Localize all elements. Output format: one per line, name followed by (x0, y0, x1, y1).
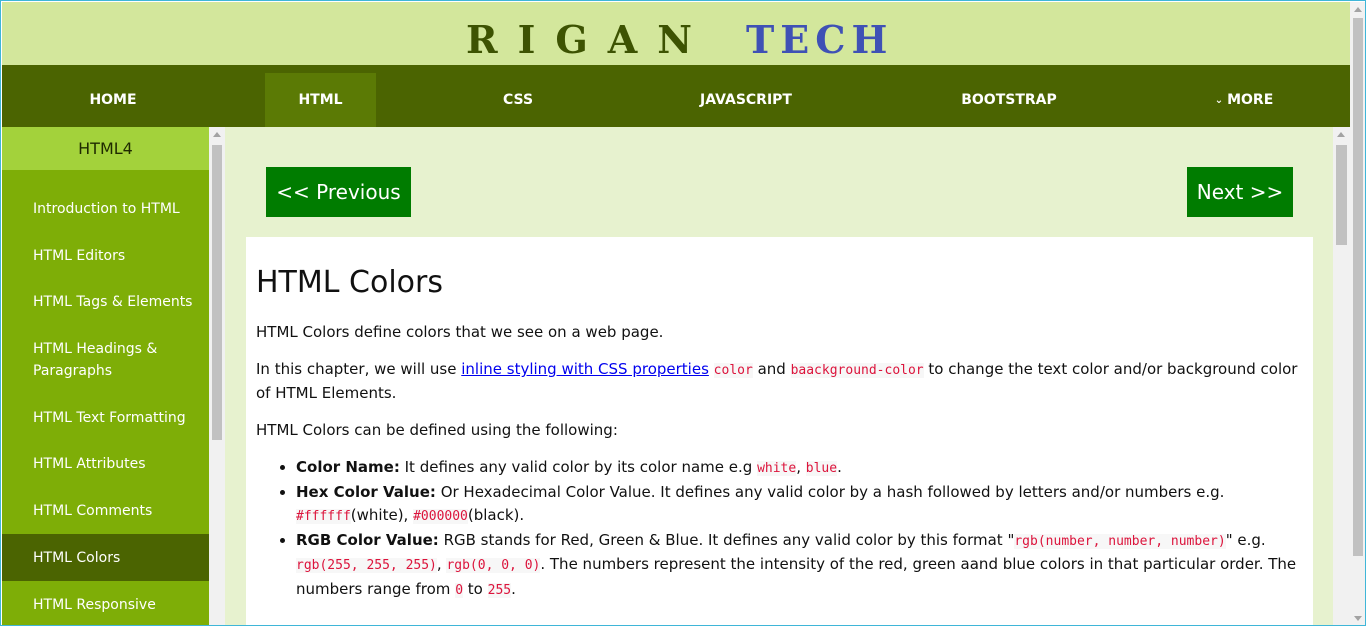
code-sample: blue (805, 461, 838, 476)
chevron-down-icon: ⌄ (1214, 94, 1224, 106)
text: (black). (467, 506, 525, 524)
nav-javascript-label: JAVASCRIPT (700, 92, 792, 108)
sidebar-item-comments[interactable]: HTML Comments (2, 489, 209, 533)
intro-paragraph: HTML Colors define colors that we see on… (256, 323, 664, 341)
text: , (796, 458, 806, 476)
sidebar-scroll-thumb[interactable] (212, 145, 222, 440)
site-logo[interactable]: RIGAN TECH (466, 20, 893, 60)
next-button[interactable]: Next >> (1187, 167, 1293, 217)
content-scroll-thumb[interactable] (1336, 145, 1347, 245)
logo-part-rigan: RIGAN (466, 17, 713, 62)
code-background-color: baackground-color (790, 363, 924, 378)
text: " e.g. (1225, 530, 1266, 549)
sidebar-scrollbar[interactable] (209, 127, 225, 625)
code-sample: #ffffff (296, 509, 351, 524)
text: (white), (350, 506, 414, 524)
text: RGB stands for Red, Green & Blue. It def… (438, 530, 1015, 549)
sidebar-item-headings-paragraphs[interactable]: HTML Headings & Paragraphs (2, 329, 209, 391)
list-item-rgb: RGB Color Value: RGB stands for Red, Gre… (296, 529, 1303, 603)
content-scrollbar[interactable] (1333, 127, 1350, 625)
term-label: Color Name: (296, 458, 400, 476)
text: It defines any valid color by its color … (399, 458, 758, 476)
nav-css-label: CSS (502, 92, 534, 108)
nav-home[interactable]: HOME (54, 73, 172, 127)
top-nav: HOME HTML CSS JAVASCRIPT BOOTSTRAP ⌄ MORE (2, 65, 1365, 127)
code-sample: #000000 (413, 509, 468, 524)
code-sample: rgb(0, 0, 0) (446, 558, 541, 573)
text: to (463, 579, 488, 598)
logo-part-tech: TECH (746, 17, 894, 62)
nav-more[interactable]: ⌄ MORE (1194, 73, 1294, 127)
sidebar: HTML4 Introduction to HTML HTML Editors … (2, 127, 209, 625)
sidebar-item-responsive[interactable]: HTML Responsive (2, 583, 209, 625)
sidebar-item-label: HTML Editors (33, 248, 126, 264)
nav-more-label: MORE (1227, 92, 1274, 108)
main-content-area: << Previous Next >> HTML Colors HTML Col… (225, 127, 1333, 625)
text: , (436, 555, 447, 573)
scroll-up-arrow-icon[interactable] (213, 132, 221, 137)
text: In this chapter, we will use (256, 360, 462, 378)
nav-html-label: HTML (298, 92, 343, 108)
site-header: RIGAN TECH (2, 2, 1365, 65)
styling-paragraph: In this chapter, we will use inline styl… (256, 358, 1303, 405)
text: . (837, 458, 842, 476)
sidebar-item-tags-elements[interactable]: HTML Tags & Elements (2, 280, 209, 324)
color-methods-list: Color Name: It defines any valid color b… (296, 456, 1303, 602)
code-color: color (713, 363, 753, 378)
scroll-down-arrow-icon[interactable] (1354, 616, 1362, 621)
code-sample: white (757, 461, 797, 476)
text: . (511, 579, 516, 598)
list-item-hex: Hex Color Value: Or Hexadecimal Color Va… (296, 481, 1303, 529)
sidebar-item-label: HTML Colors (33, 549, 121, 566)
nav-bootstrap-label: BOOTSTRAP (961, 92, 1057, 108)
scroll-up-arrow-icon[interactable] (1354, 7, 1362, 12)
inline-styling-link[interactable]: inline styling with CSS properties (461, 360, 709, 378)
page-title: HTML Colors (256, 265, 443, 300)
text: Or Hexadecimal Color Value. It defines a… (435, 482, 1225, 501)
code-sample: 0 (455, 582, 464, 598)
page-scroll-thumb[interactable] (1353, 18, 1363, 556)
code-sample: rgb(number, number, number) (1014, 533, 1226, 549)
sidebar-item-label: HTML Responsive (33, 597, 156, 613)
sidebar-heading: HTML4 (2, 127, 209, 170)
nav-html[interactable]: HTML (265, 73, 376, 127)
text: and (752, 360, 791, 378)
page-scrollbar[interactable] (1350, 2, 1365, 625)
sidebar-item-label: HTML Comments (33, 503, 153, 519)
sidebar-item-label: Introduction to HTML (33, 201, 180, 217)
nav-javascript[interactable]: JAVASCRIPT (676, 73, 816, 127)
nav-css[interactable]: CSS (474, 73, 562, 127)
code-sample: rgb(255, 255, 255) (296, 558, 437, 573)
sidebar-item-label: HTML Tags & Elements (33, 294, 193, 310)
sidebar-item-colors[interactable]: HTML Colors (2, 534, 209, 581)
sidebar-item-introduction[interactable]: Introduction to HTML (2, 187, 209, 231)
sidebar-item-label: HTML Headings & Paragraphs (33, 341, 158, 379)
nav-home-label: HOME (89, 92, 137, 108)
previous-button[interactable]: << Previous (266, 167, 411, 217)
nav-bootstrap[interactable]: BOOTSTRAP (942, 73, 1076, 127)
sidebar-item-text-formatting[interactable]: HTML Text Formatting (2, 396, 209, 440)
term-label: Hex Color Value: (296, 482, 436, 501)
page-frame: RIGAN TECH HOME HTML CSS JAVASCRIPT BOOTS… (0, 0, 1366, 626)
sidebar-item-label: HTML Text Formatting (33, 410, 186, 426)
term-label: RGB Color Value: (296, 530, 439, 549)
sidebar-item-editors[interactable]: HTML Editors (2, 234, 209, 278)
define-paragraph: HTML Colors can be defined using the fol… (256, 421, 618, 439)
code-sample: 255 (487, 582, 512, 598)
article: HTML Colors HTML Colors define colors th… (246, 237, 1313, 625)
sidebar-item-attributes[interactable]: HTML Attributes (2, 442, 209, 486)
sidebar-item-label: HTML Attributes (33, 456, 146, 472)
scroll-up-arrow-icon[interactable] (1337, 132, 1345, 137)
list-item-color-name: Color Name: It defines any valid color b… (296, 456, 1303, 481)
